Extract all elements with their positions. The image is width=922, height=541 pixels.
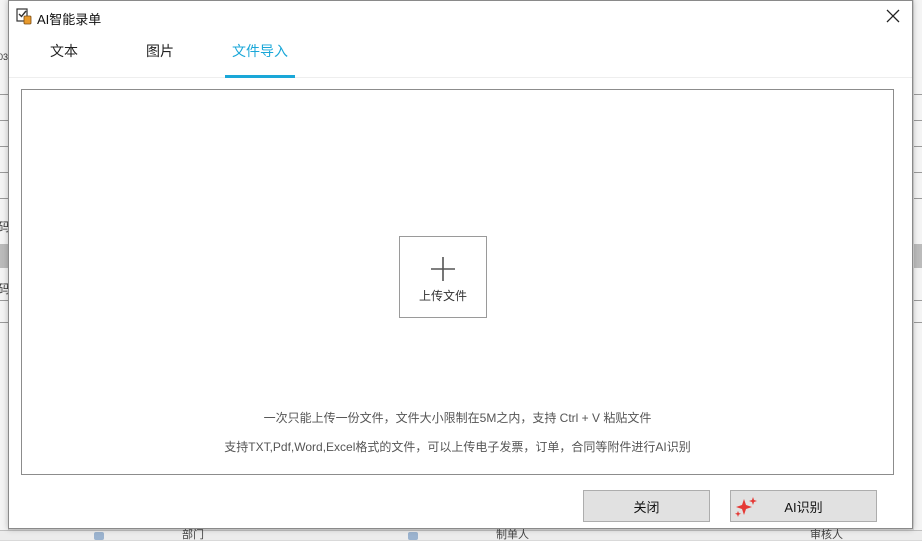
grid-line [914,94,922,95]
ai-recognize-label: AI识别 [784,499,823,515]
tab-text[interactable]: 文本 [47,31,81,75]
grid-line [914,120,922,121]
sparkle-icon [734,496,758,518]
grid-band [0,244,8,268]
close-icon[interactable] [882,5,904,27]
background-window-right [914,0,922,539]
grid-line [0,120,8,121]
close-button[interactable]: 关闭 [583,490,710,522]
upload-file-label: 上传文件 [418,289,467,303]
grid-line [914,172,922,173]
plus-icon [429,255,457,283]
clipboard-check-icon [15,7,33,25]
grid-line [0,146,8,147]
upload-hint-line-2: 支持TXT,Pdf,Word,Excel格式的文件，可以上传电子发票，订单，合同… [224,440,691,454]
dialog-titlebar[interactable]: AI智能录单 [9,1,912,31]
background-text-fragment: 03 [0,52,9,62]
grid-line [0,300,8,301]
grid-line [914,198,922,199]
grid-line [0,94,8,95]
tab-file-import[interactable]: 文件导入 [225,31,295,78]
tab-bar: 文本 图片 文件导入 [9,31,912,78]
ai-recognize-button[interactable]: AI识别 [730,490,877,522]
grid-line [0,322,8,323]
grid-line [0,198,8,199]
grid-line [914,300,922,301]
upload-file-button[interactable]: 上传文件 [399,236,487,318]
grid-line [914,322,922,323]
upload-hint-line-1: 一次只能上传一份文件，文件大小限制在5M之内，支持 Ctrl + V 粘贴文件 [263,411,652,425]
grid-band [914,244,922,268]
grid-line [0,172,8,173]
grid-line [914,146,922,147]
file-drop-zone[interactable]: 上传文件 一次只能上传一份文件，文件大小限制在5M之内，支持 Ctrl + V … [21,89,894,475]
ai-order-entry-dialog: AI智能录单 文本 图片 文件导入 上传文件 一次只能上传一份文件，文件大小限制… [8,0,913,529]
dialog-title: AI智能录单 [37,12,102,27]
tab-image[interactable]: 图片 [143,31,177,75]
